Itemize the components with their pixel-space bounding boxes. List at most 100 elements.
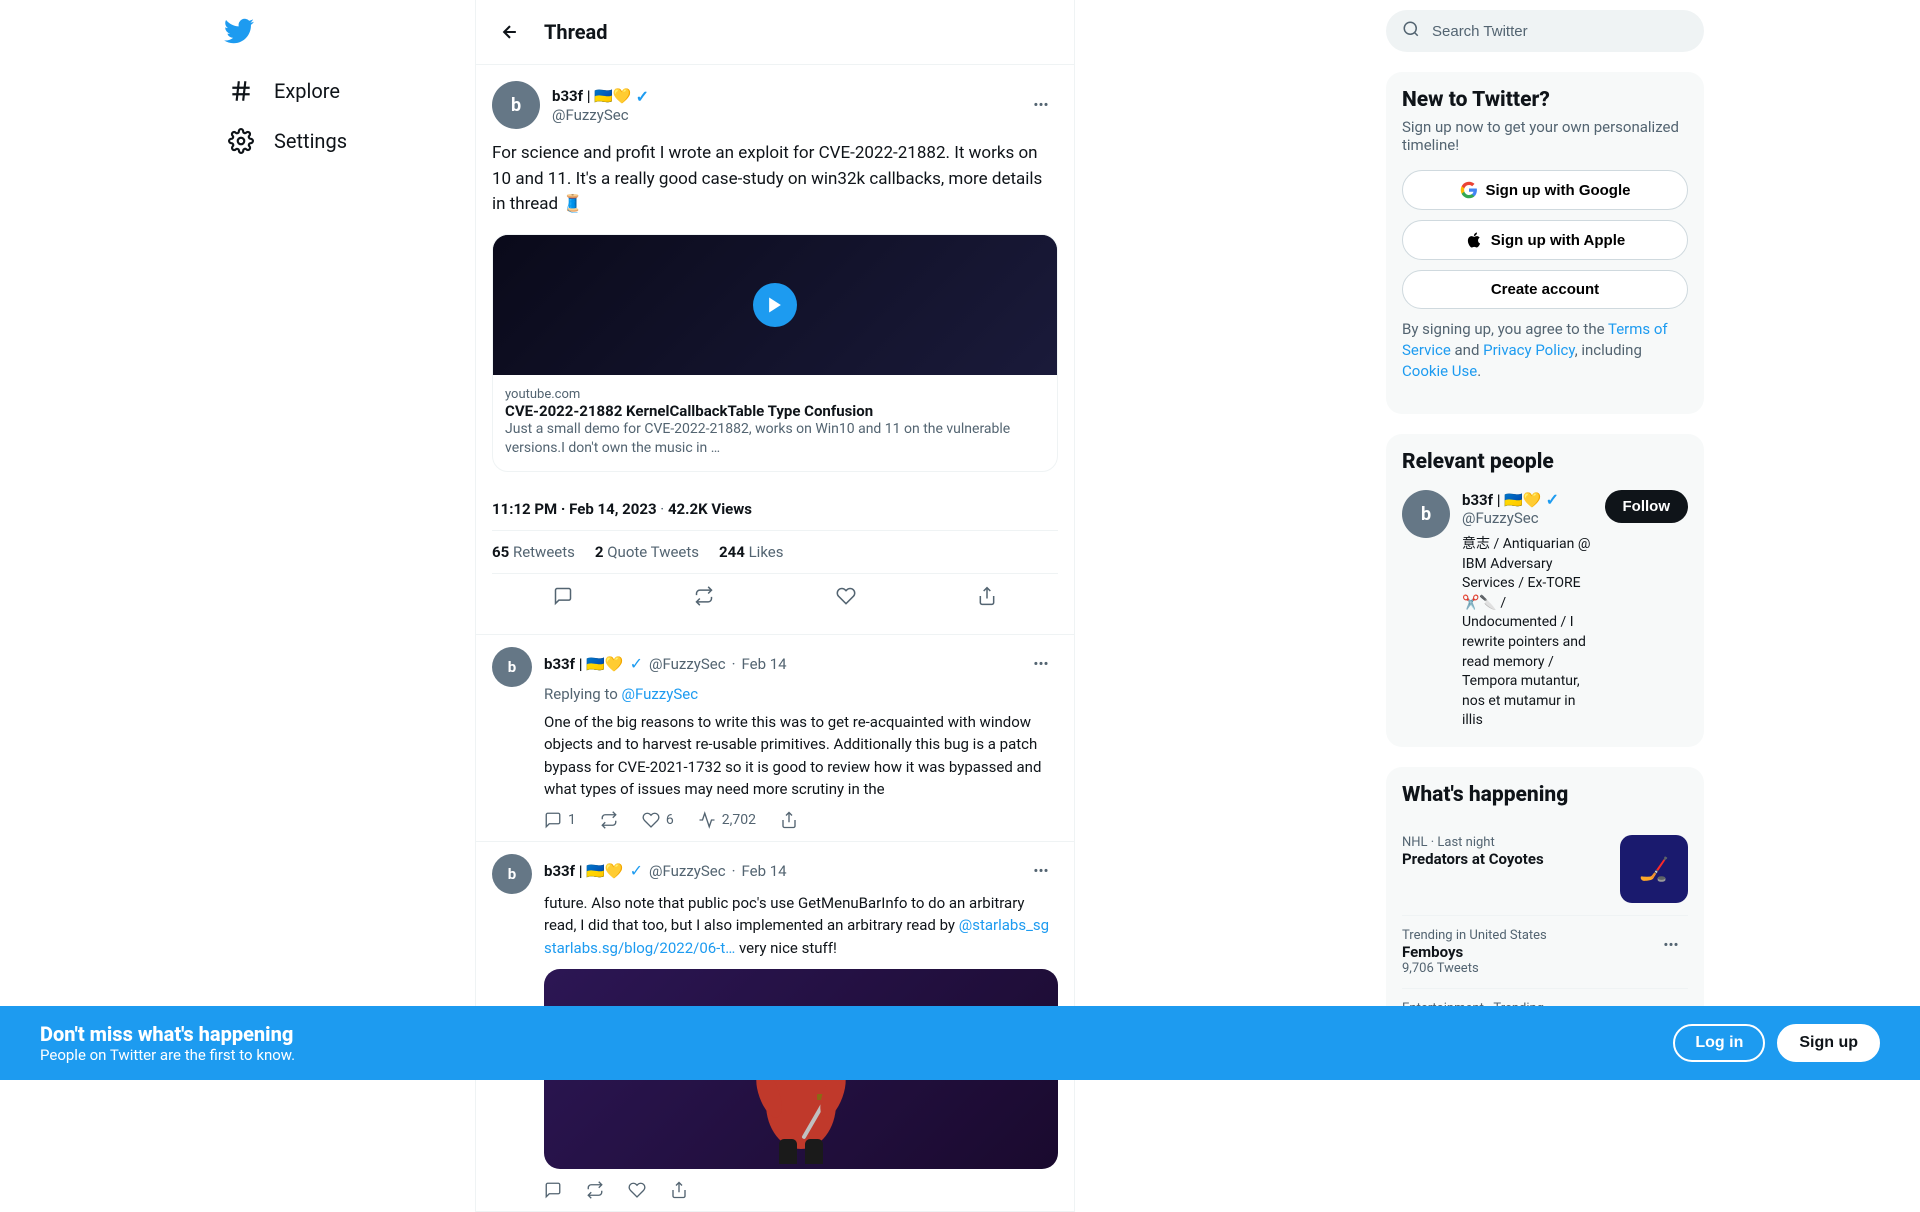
create-account-button[interactable]: Create account xyxy=(1402,270,1688,309)
reply-2-comment[interactable] xyxy=(544,1181,562,1199)
main-tweet-handle: @FuzzySec xyxy=(552,106,649,124)
person-bio: 意志 / Antiquarian @ IBM Adversary Service… xyxy=(1462,535,1593,731)
google-icon xyxy=(1460,181,1478,199)
gear-icon xyxy=(228,128,254,154)
search-icon xyxy=(1402,20,1420,42)
person-name: b33f | 🇺🇦💛 ✓ xyxy=(1462,490,1593,509)
terms-text: By signing up, you agree to the Terms of… xyxy=(1402,319,1688,382)
reply-2-username: b33f | 🇺🇦💛 xyxy=(544,862,624,880)
whats-happening-title: What's happening xyxy=(1402,783,1688,807)
google-signup-button[interactable]: Sign up with Google xyxy=(1402,170,1688,210)
google-signup-label: Sign up with Google xyxy=(1486,182,1631,199)
reply-1-handle: @FuzzySec xyxy=(649,655,726,673)
search-input[interactable] xyxy=(1432,23,1688,40)
reply-1-views: 2,702 xyxy=(698,811,756,829)
card-desc: Just a small demo for CVE-2022-21882, wo… xyxy=(505,420,1045,459)
nhl-name: Predators at Coyotes xyxy=(1402,850,1620,868)
reply-1-like[interactable]: 6 xyxy=(642,811,674,829)
tweet-stats: 65 Retweets 2 Quote Tweets 244 Likes xyxy=(492,531,1058,574)
main-tweet-body: For science and profit I wrote an exploi… xyxy=(492,141,1058,218)
reply-2-body: future. Also note that public poc's use … xyxy=(544,892,1058,960)
reply-1-share[interactable] xyxy=(780,811,798,829)
apple-signup-button[interactable]: Sign up with Apple xyxy=(1402,220,1688,260)
back-button[interactable] xyxy=(492,14,528,50)
twitter-logo[interactable] xyxy=(212,4,266,62)
person-card: b b33f | 🇺🇦💛 ✓ @FuzzySec 意志 / Antiquaria… xyxy=(1402,490,1688,731)
relevant-people-title: Relevant people xyxy=(1402,450,1688,474)
quote-tweets-count[interactable]: 2 Quote Tweets xyxy=(595,543,699,561)
banner-signup-button[interactable]: Sign up xyxy=(1777,1024,1880,1062)
thread-header: Thread xyxy=(476,0,1074,65)
starlabs-link[interactable]: @starlabs_sg xyxy=(959,916,1049,934)
trending-item-femboys[interactable]: Trending in United States Femboys 9,706 … xyxy=(1402,916,1688,989)
share-action[interactable] xyxy=(969,578,1005,614)
play-button[interactable] xyxy=(753,283,797,327)
reply-2-more[interactable]: ••• xyxy=(1024,854,1058,888)
create-account-label: Create account xyxy=(1491,281,1599,298)
main-tweet-avatar: b xyxy=(492,81,540,129)
new-to-twitter-panel: New to Twitter? Sign up now to get your … xyxy=(1386,72,1704,414)
reply-2-actions xyxy=(544,1181,1058,1199)
main-tweet-username: b33f | 🇺🇦💛 ✓ xyxy=(552,87,649,106)
more-options-button[interactable]: ••• xyxy=(1024,88,1058,122)
banner-title: Don't miss what's happening xyxy=(40,1022,295,1046)
reply-1-username: b33f | 🇺🇦💛 xyxy=(544,655,624,673)
banner-actions: Log in Sign up xyxy=(1673,1024,1880,1062)
reply-1-date-val: Feb 14 xyxy=(742,655,787,673)
cookie-use-link[interactable]: Cookie Use xyxy=(1402,362,1477,380)
trending-item-nhl[interactable]: NHL · Last night Predators at Coyotes 🏒 xyxy=(1402,823,1688,916)
retweet-action[interactable] xyxy=(686,578,722,614)
new-to-twitter-subtitle: Sign up now to get your own personalized… xyxy=(1402,118,1688,154)
nhl-image: 🏒 xyxy=(1620,835,1688,903)
card-title: CVE-2022-21882 KernelCallbackTable Type … xyxy=(505,402,1045,420)
thread-title: Thread xyxy=(544,20,608,44)
verified-icon: ✓ xyxy=(636,87,649,106)
likes-count[interactable]: 244 Likes xyxy=(719,543,783,561)
nhl-category: NHL · Last night xyxy=(1402,835,1620,850)
person-handle: @FuzzySec xyxy=(1462,509,1593,527)
banner-login-button[interactable]: Log in xyxy=(1673,1024,1765,1062)
reply-1-more[interactable]: ••• xyxy=(1024,647,1058,681)
reply-action[interactable] xyxy=(545,578,581,614)
like-action[interactable] xyxy=(828,578,864,614)
reply-2-date-val: Feb 14 xyxy=(742,862,787,880)
femboys-category: Trending in United States xyxy=(1402,928,1654,943)
reply-1-avatar: b xyxy=(492,647,532,687)
sidebar-item-explore[interactable]: Explore xyxy=(212,66,463,116)
femboys-count: 9,706 Tweets xyxy=(1402,961,1654,976)
reply-2-avatar: b xyxy=(492,854,532,894)
femboys-more-btn[interactable]: ••• xyxy=(1654,928,1688,962)
reply-2-handle: @FuzzySec xyxy=(649,862,726,880)
sidebar-item-settings[interactable]: Settings xyxy=(212,116,463,166)
tweet-card-media xyxy=(493,235,1057,375)
tweet-card[interactable]: youtube.com CVE-2022-21882 KernelCallbac… xyxy=(492,234,1058,472)
reply-2-verified: ✓ xyxy=(630,861,643,880)
tweet-actions xyxy=(492,574,1058,618)
follow-button[interactable]: Follow xyxy=(1605,490,1689,523)
reply-1-comment[interactable]: 1 xyxy=(544,811,576,829)
banner-subtitle: People on Twitter are the first to know. xyxy=(40,1046,295,1064)
reply-2-share[interactable] xyxy=(670,1181,688,1199)
apple-signup-label: Sign up with Apple xyxy=(1491,232,1625,249)
starlabs-blog-link[interactable]: starlabs.sg/blog/2022/06-t… xyxy=(544,939,735,957)
search-bar[interactable] xyxy=(1386,10,1704,52)
person-avatar: b xyxy=(1402,490,1450,538)
hashtag-icon xyxy=(228,78,254,104)
banner-text: Don't miss what's happening People on Tw… xyxy=(40,1022,295,1064)
privacy-policy-link[interactable]: Privacy Policy xyxy=(1483,341,1575,359)
main-tweet: b b33f | 🇺🇦💛 ✓ @FuzzySec ••• For science… xyxy=(476,65,1074,635)
reply-1-verified: ✓ xyxy=(630,654,643,673)
reply-1-retweet[interactable] xyxy=(600,811,618,829)
replying-to-1: Replying to @FuzzySec xyxy=(544,685,1058,703)
new-to-twitter-title: New to Twitter? xyxy=(1402,88,1688,112)
reply-2-retweet[interactable] xyxy=(586,1181,604,1199)
retweets-count[interactable]: 65 Retweets xyxy=(492,543,575,561)
femboys-name: Femboys xyxy=(1402,943,1654,961)
reply-2-like[interactable] xyxy=(628,1181,646,1199)
replying-to-link-1[interactable]: @FuzzySec xyxy=(621,685,698,703)
reply-tweet-1: b b33f | 🇺🇦💛 ✓ @FuzzySec · Feb 14 ••• Re… xyxy=(476,635,1074,842)
reply-1-date: · xyxy=(732,655,736,673)
reply-1-body: One of the big reasons to write this was… xyxy=(544,711,1058,801)
settings-label: Settings xyxy=(274,129,347,153)
tweet-time: 11:12 PM · Feb 14, 2023 · 42.2K Views xyxy=(492,488,1058,531)
